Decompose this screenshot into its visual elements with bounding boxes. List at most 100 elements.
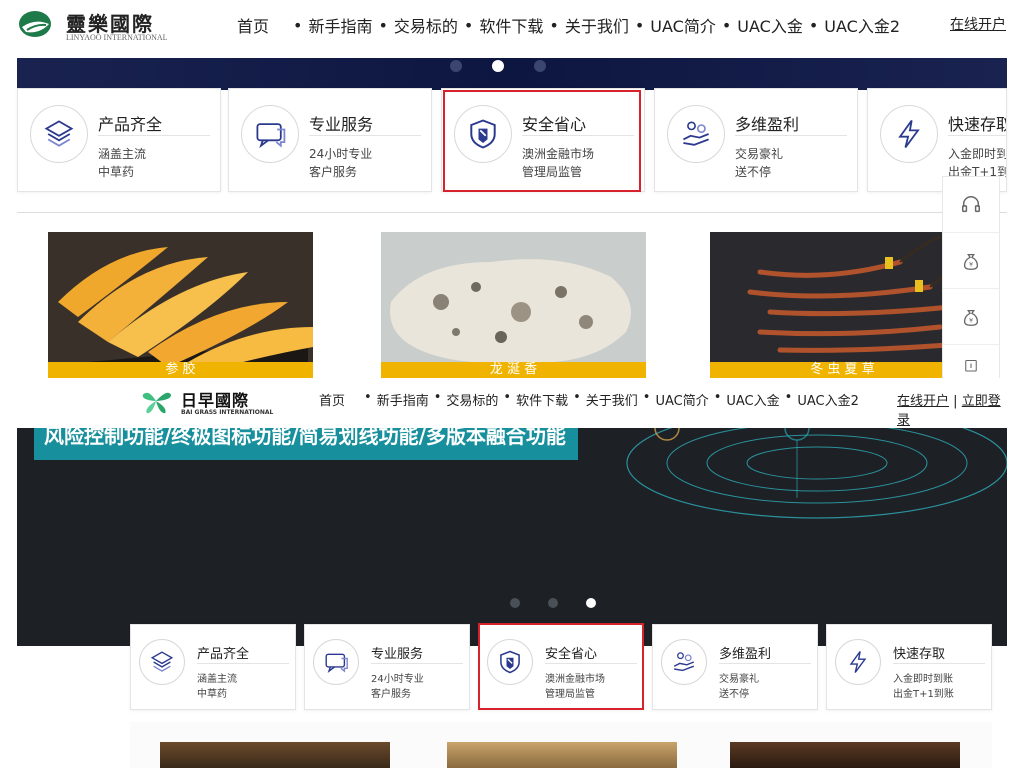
feature-title: 产品齐全 xyxy=(197,647,250,662)
bottom-nav-download[interactable]: 软件下载 xyxy=(516,390,568,409)
bottom-nav-home[interactable]: 首页 xyxy=(319,390,345,409)
banner-rings-graphic xyxy=(626,428,1007,519)
top-nav-uac-deposit[interactable]: UAC入金 xyxy=(737,13,803,37)
divider xyxy=(893,663,985,664)
layers-icon xyxy=(30,105,88,163)
top-nav-uac-deposit-2[interactable]: UAC入金2 xyxy=(824,13,900,37)
bottom-nav-uac-intro[interactable]: UAC简介 xyxy=(655,390,708,409)
feature-title: 快速存取 xyxy=(893,647,946,662)
feature-card-service[interactable]: 专业服务 24小时专业 客户服务 xyxy=(304,624,470,710)
carousel-dot-active[interactable] xyxy=(586,598,596,608)
nav-separator: • xyxy=(463,15,474,35)
divider xyxy=(948,135,1006,136)
top-nav-home[interactable]: 首页 xyxy=(237,13,270,66)
top-nav-about[interactable]: 关于我们 xyxy=(565,13,629,37)
top-nav-uac-intro[interactable]: UAC简介 xyxy=(650,13,716,37)
feature-desc: 入金即时到 xyxy=(948,147,1007,161)
feature-card-products[interactable]: 产品齐全 涵盖主流 中草药 xyxy=(130,624,296,710)
svg-text:¥: ¥ xyxy=(969,316,973,324)
feature-title: 专业服务 xyxy=(371,647,424,662)
money-bag-icon: ¥ xyxy=(963,309,979,326)
bottom-main-nav: 首页 • 新手指南 • 交易标的 • 软件下载 • 关于我们 • UAC简介 •… xyxy=(319,390,864,409)
arrow-up-icon xyxy=(965,359,977,372)
bottom-nav-about[interactable]: 关于我们 xyxy=(586,390,638,409)
feature-desc: 客户服务 xyxy=(309,165,358,179)
top-logo-subtitle: LINYAOO INTERNATIONAL xyxy=(66,33,168,42)
money-bag-icon: ¥ xyxy=(963,253,979,270)
carousel-dot-active[interactable] xyxy=(492,60,504,72)
dried-slices-image xyxy=(48,232,313,378)
highlight-box xyxy=(478,623,644,710)
product-card-ginseng[interactable]: 参 胶 xyxy=(48,232,313,378)
feature-card-products[interactable]: 产品齐全 涵盖主流 中草药 xyxy=(17,88,221,192)
product-thumbnail[interactable] xyxy=(447,742,677,768)
bottom-account-links: 在线开户 | 立即登录 xyxy=(897,394,1001,428)
feature-desc: 24小时专业 xyxy=(309,147,373,161)
product-card-cordyceps[interactable]: 冬 虫 夏 草 xyxy=(710,232,975,378)
feature-desc: 送不停 xyxy=(735,165,772,179)
nav-separator: • xyxy=(433,390,442,405)
feature-desc: 涵盖主流 xyxy=(98,147,147,161)
top-carousel-dots xyxy=(450,60,546,72)
bottom-product-strip xyxy=(17,722,1007,768)
product-caption: 龙 涎 香 xyxy=(381,362,646,378)
nav-separator: • xyxy=(642,390,651,405)
hand-coins-icon xyxy=(667,105,725,163)
bottom-open-account-link[interactable]: 在线开户 xyxy=(897,394,949,409)
withdraw-button[interactable]: ¥ xyxy=(943,289,999,345)
bottom-hero-banner: 风险控制功能/终极图标功能/简易划线功能/多版本融合功能 xyxy=(17,428,1007,646)
carousel-dot[interactable] xyxy=(510,598,520,608)
product-card-ambergris[interactable]: 龙 涎 香 xyxy=(381,232,646,378)
top-nav-download[interactable]: 软件下载 xyxy=(479,13,543,37)
carousel-dot[interactable] xyxy=(450,60,462,72)
feature-desc: 中草药 xyxy=(98,165,135,179)
bottom-nav-uac-deposit-2[interactable]: UAC入金2 xyxy=(797,390,859,409)
product-caption: 参 胶 xyxy=(48,362,313,378)
top-open-account-link[interactable]: 在线开户 xyxy=(950,14,1006,34)
divider xyxy=(735,135,847,136)
top-nav-guide[interactable]: 新手指南 xyxy=(308,13,372,37)
feature-card-profit[interactable]: 多维盈利 交易豪礼 送不停 xyxy=(654,88,858,192)
customer-service-button[interactable] xyxy=(943,177,999,233)
bottom-logo-name: 日早國際 xyxy=(181,391,250,410)
bottom-site-header: 日早國際 BAI GRASS INTERNATIONAL 首页 • 新手指南 •… xyxy=(17,378,1007,428)
carousel-dot[interactable] xyxy=(548,598,558,608)
product-caption: 冬 虫 夏 草 xyxy=(710,362,975,378)
bottom-logo-subtitle: BAI GRASS INTERNATIONAL xyxy=(181,409,274,416)
cordyceps-image xyxy=(710,232,975,378)
divider xyxy=(98,135,210,136)
feature-card-profit[interactable]: 多维盈利 交易豪礼 送不停 xyxy=(652,624,818,710)
product-thumbnail[interactable] xyxy=(730,742,960,768)
top-main-nav: 首页 • 新手指南 • 交易标的 • 软件下载 • 关于我们 • UAC简介 •… xyxy=(237,13,906,66)
feature-desc: 送不停 xyxy=(719,689,749,700)
bottom-nav-uac-deposit[interactable]: UAC入金 xyxy=(726,390,779,409)
feature-title: 快速存取 xyxy=(948,115,1007,134)
product-thumbnail[interactable] xyxy=(160,742,390,768)
feature-desc: 24小时专业 xyxy=(371,674,424,685)
feature-card-service[interactable]: 专业服务 24小时专业 客户服务 xyxy=(228,88,432,192)
feature-desc: 涵盖主流 xyxy=(197,674,237,685)
feature-card-fast[interactable]: 快速存取 入金即时到账 出金T+1到账 xyxy=(826,624,992,710)
top-site-header: 靈樂國際 LINYAOO INTERNATIONAL 首页 • 新手指南 • 交… xyxy=(0,0,1024,66)
feature-desc: 中草药 xyxy=(197,689,227,700)
lightning-icon xyxy=(835,639,881,685)
logo-clover-icon xyxy=(142,392,171,414)
feature-desc: 入金即时到账 xyxy=(893,674,953,685)
layers-icon xyxy=(139,639,185,685)
top-site-logo[interactable]: 靈樂國際 LINYAOO INTERNATIONAL xyxy=(18,6,178,46)
nav-separator: • xyxy=(293,15,303,35)
nav-separator: • xyxy=(808,15,819,35)
carousel-dot[interactable] xyxy=(534,60,546,72)
bottom-nav-guide[interactable]: 新手指南 xyxy=(377,390,429,409)
nav-separator: • xyxy=(713,390,722,405)
bottom-nav-instruments[interactable]: 交易标的 xyxy=(446,390,498,409)
nav-separator: • xyxy=(721,15,732,35)
feature-desc: 客户服务 xyxy=(371,689,411,700)
bottom-carousel-dots xyxy=(510,598,596,608)
bottom-site-logo[interactable]: 日早國際 BAI GRASS INTERNATIONAL xyxy=(139,385,299,421)
nav-separator: • xyxy=(573,390,581,405)
divider xyxy=(371,663,463,664)
top-nav-instruments[interactable]: 交易标的 xyxy=(394,13,458,37)
nav-separator: • xyxy=(549,15,559,35)
deposit-button[interactable]: ¥ xyxy=(943,233,999,289)
